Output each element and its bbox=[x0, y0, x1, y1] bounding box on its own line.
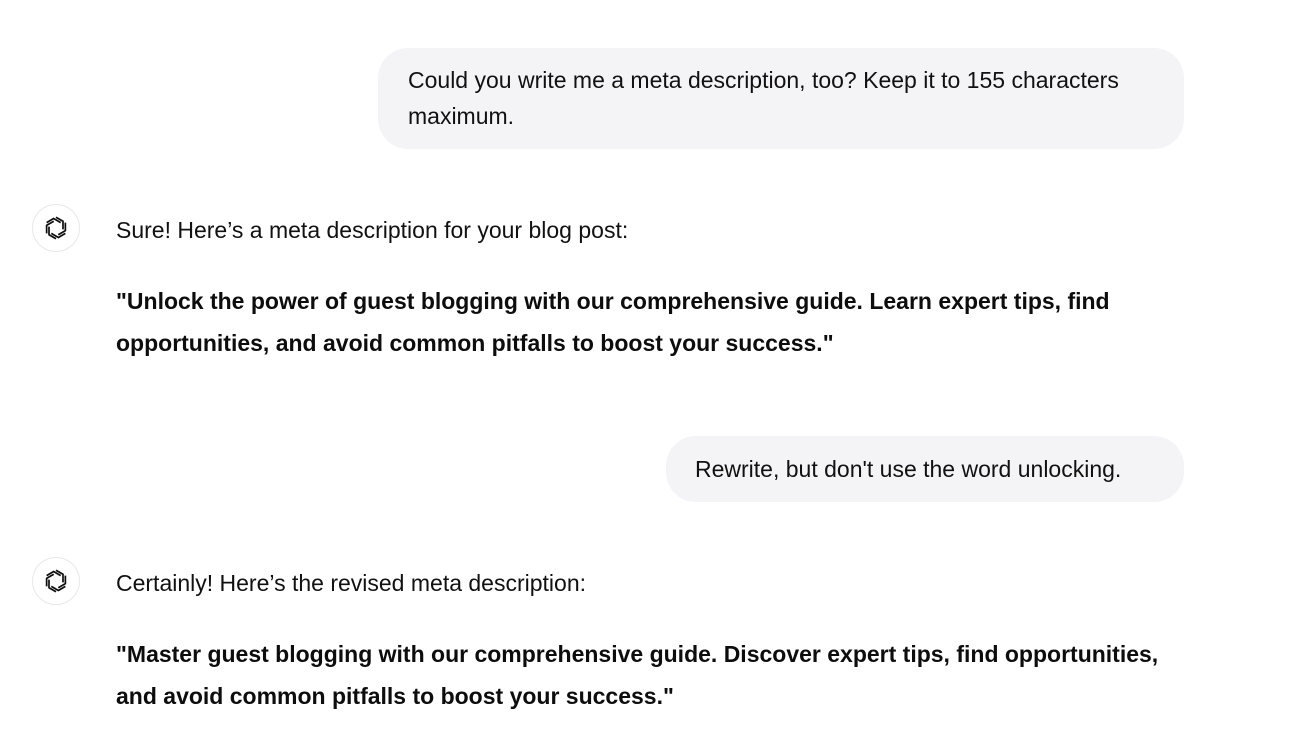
assistant-message-lead: Sure! Here’s a meta description for your… bbox=[116, 217, 629, 243]
assistant-avatar bbox=[32, 204, 80, 252]
assistant-message-lead: Certainly! Here’s the revised meta descr… bbox=[116, 570, 587, 596]
user-message: Rewrite, but don't use the word unlockin… bbox=[666, 436, 1184, 502]
assistant-meta-description: "Unlock the power of guest blogging with… bbox=[116, 288, 1110, 356]
openai-logo-icon bbox=[42, 214, 70, 242]
assistant-avatar bbox=[32, 557, 80, 605]
openai-logo-icon bbox=[42, 567, 70, 595]
assistant-meta-description: "Master guest blogging with our comprehe… bbox=[116, 641, 1159, 709]
user-message: Could you write me a meta description, t… bbox=[378, 48, 1184, 149]
